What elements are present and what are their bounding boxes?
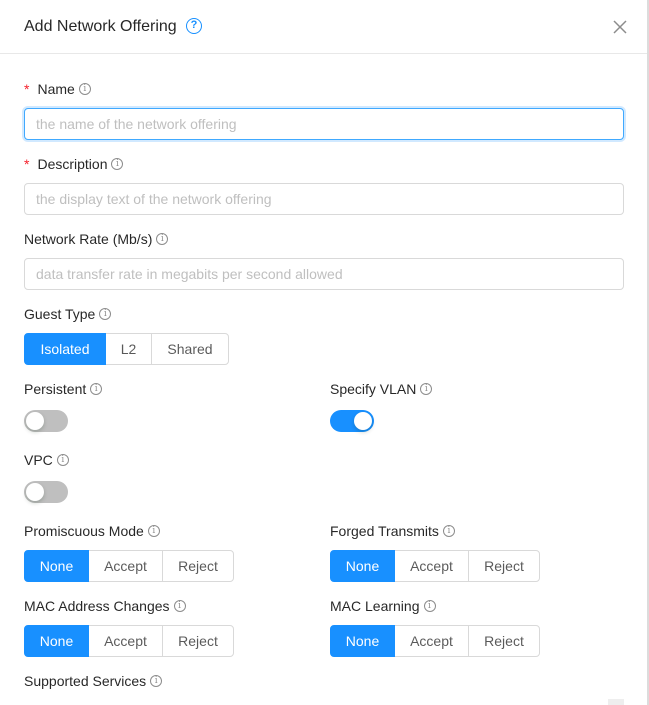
mac-learning-none[interactable]: None: [330, 625, 395, 657]
guest-type-label: Guest Type i: [24, 304, 112, 324]
vpc-switch[interactable]: [24, 481, 68, 503]
name-label-text: Name: [37, 81, 75, 97]
mac-learning-label-text: MAC Learning: [330, 598, 420, 614]
info-icon[interactable]: i: [147, 525, 160, 538]
persistent-label: Persistent i: [24, 379, 103, 399]
close-icon[interactable]: [612, 19, 628, 35]
forged-transmits-label-text: Forged Transmits: [330, 523, 439, 539]
description-input[interactable]: [24, 183, 624, 215]
info-icon[interactable]: i: [150, 675, 163, 688]
dialog-title: Add Network Offering: [24, 18, 177, 35]
info-icon[interactable]: i: [423, 600, 436, 613]
forged-accept[interactable]: Accept: [394, 550, 469, 582]
description-label: * Description i: [24, 154, 124, 174]
network-rate-label-text: Network Rate (Mb/s): [24, 231, 153, 247]
info-icon[interactable]: i: [442, 525, 455, 538]
forged-transmits-label: Forged Transmits i: [330, 521, 455, 541]
name-input[interactable]: [24, 108, 624, 140]
forged-transmits-radio-group: None Accept Reject: [330, 550, 540, 582]
guest-type-l2[interactable]: L2: [105, 333, 152, 365]
guest-type-radio-group: Isolated L2 Shared: [24, 333, 229, 365]
mac-learning-reject[interactable]: Reject: [468, 625, 540, 657]
info-icon[interactable]: i: [420, 383, 433, 396]
required-mark: *: [24, 156, 30, 172]
mac-address-changes-radio-group: None Accept Reject: [24, 625, 234, 657]
mac-learning-accept[interactable]: Accept: [394, 625, 469, 657]
supported-services-label: Supported Services i: [24, 671, 163, 691]
supported-services-label-text: Supported Services: [24, 673, 147, 689]
persistent-label-text: Persistent: [24, 381, 87, 397]
name-label: * Name i: [24, 79, 91, 99]
specify-vlan-switch[interactable]: [330, 410, 374, 432]
promiscuous-mode-label: Promiscuous Mode i: [24, 521, 160, 541]
info-icon[interactable]: i: [56, 454, 69, 467]
question-circle-icon[interactable]: ?: [186, 18, 202, 34]
forged-reject[interactable]: Reject: [468, 550, 540, 582]
table-header-edge: [608, 699, 624, 705]
required-mark: *: [24, 81, 30, 97]
switch-knob: [354, 412, 372, 430]
mac-changes-accept[interactable]: Accept: [88, 625, 163, 657]
info-icon[interactable]: i: [111, 158, 124, 171]
network-rate-input[interactable]: [24, 258, 624, 290]
dialog-header: Add Network Offering ?: [0, 0, 647, 54]
mac-changes-none[interactable]: None: [24, 625, 89, 657]
guest-type-isolated[interactable]: Isolated: [24, 333, 106, 365]
vpc-label-text: VPC: [24, 452, 53, 468]
persistent-switch[interactable]: [24, 410, 68, 432]
mac-changes-reject[interactable]: Reject: [162, 625, 234, 657]
mac-learning-label: MAC Learning i: [330, 596, 436, 616]
info-icon[interactable]: i: [156, 233, 169, 246]
mac-learning-radio-group: None Accept Reject: [330, 625, 540, 657]
vpc-label: VPC i: [24, 450, 69, 470]
promiscuous-accept[interactable]: Accept: [88, 550, 163, 582]
promiscuous-none[interactable]: None: [24, 550, 89, 582]
guest-type-shared[interactable]: Shared: [151, 333, 229, 365]
promiscuous-reject[interactable]: Reject: [162, 550, 234, 582]
mac-address-changes-label: MAC Address Changes i: [24, 596, 186, 616]
promiscuous-mode-label-text: Promiscuous Mode: [24, 523, 144, 539]
switch-knob: [26, 483, 44, 501]
specify-vlan-label-text: Specify VLAN: [330, 381, 417, 397]
network-rate-label: Network Rate (Mb/s) i: [24, 229, 169, 249]
promiscuous-mode-radio-group: None Accept Reject: [24, 550, 234, 582]
description-label-text: Description: [37, 156, 108, 172]
mac-address-changes-label-text: MAC Address Changes: [24, 598, 170, 614]
info-icon[interactable]: i: [78, 83, 91, 96]
info-icon[interactable]: i: [99, 308, 112, 321]
guest-type-label-text: Guest Type: [24, 306, 96, 322]
forged-none[interactable]: None: [330, 550, 395, 582]
switch-knob: [26, 412, 44, 430]
specify-vlan-label: Specify VLAN i: [330, 379, 433, 399]
info-icon[interactable]: i: [173, 600, 186, 613]
info-icon[interactable]: i: [90, 383, 103, 396]
